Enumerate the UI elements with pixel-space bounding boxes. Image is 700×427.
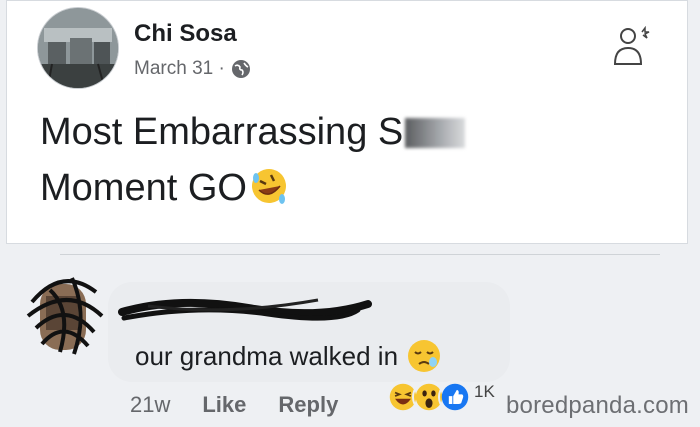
- post-meta: March 31 ·: [134, 58, 251, 80]
- comment-text: our grandma walked in: [135, 338, 442, 374]
- post-text-line2: Moment GO: [40, 160, 640, 216]
- divider: [60, 254, 660, 255]
- rofl-emoji-icon: [251, 169, 286, 204]
- author-name[interactable]: Chi Sosa: [134, 20, 237, 48]
- reply-button[interactable]: Reply: [278, 392, 338, 418]
- post-date[interactable]: March 31 ·: [134, 58, 225, 80]
- reaction-count: 1K: [474, 382, 495, 401]
- commenter-avatar[interactable]: [22, 266, 106, 360]
- reaction-summary[interactable]: 1K: [386, 380, 495, 414]
- watermark: boredpanda.com: [506, 392, 689, 419]
- redacted-commenter-name[interactable]: [118, 290, 378, 326]
- add-friend-icon[interactable]: [612, 26, 652, 68]
- censored-word: [405, 118, 466, 148]
- globe-icon: [231, 60, 250, 78]
- like-icon: [438, 380, 472, 414]
- avatar-photo: [38, 8, 118, 88]
- like-button[interactable]: Like: [202, 392, 246, 418]
- post-text: Most Embarrassing S Moment GO: [40, 104, 640, 216]
- author-avatar[interactable]: [38, 8, 118, 88]
- comment-time: 21w: [130, 392, 171, 417]
- comment-actions: 21w Like Reply: [130, 392, 338, 418]
- post-text-line1: Most Embarrassing S: [40, 104, 640, 160]
- sleepy-face-emoji-icon: [408, 340, 441, 372]
